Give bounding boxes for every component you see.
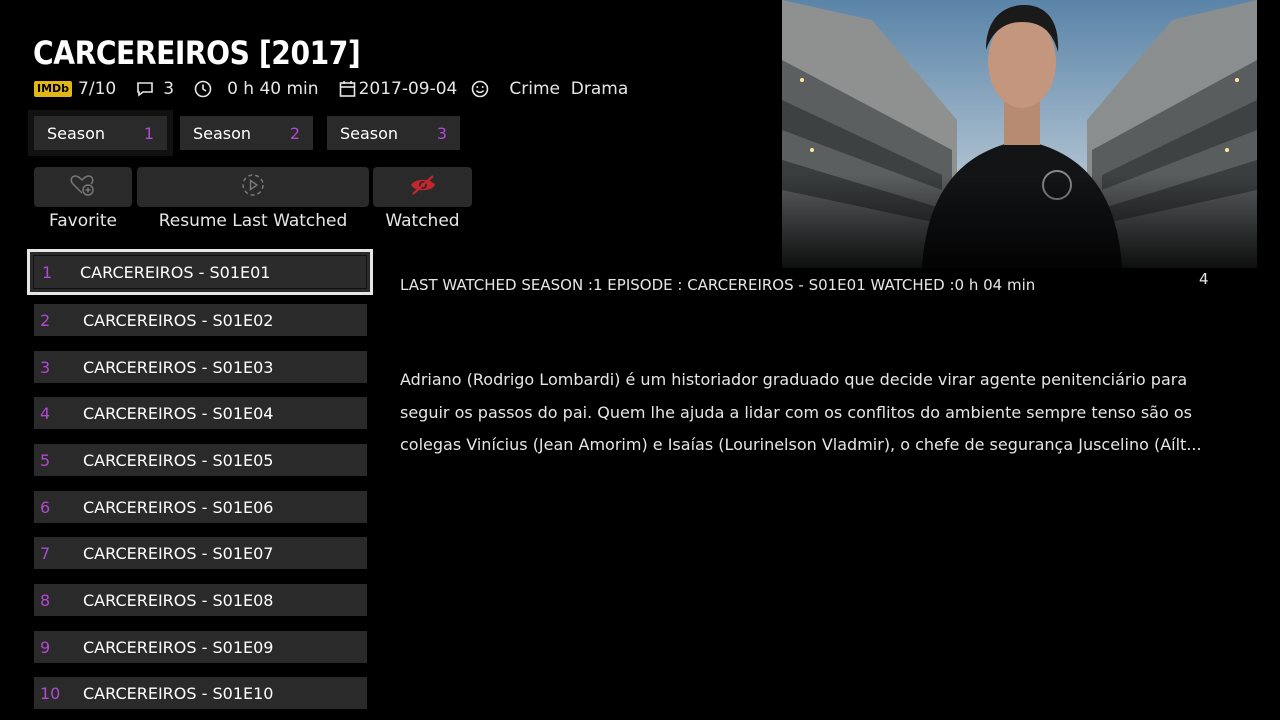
tab-season-1[interactable]: Season 1 — [28, 110, 173, 156]
season-label: Season — [47, 123, 106, 143]
tab-season-3[interactable]: Season 3 — [327, 116, 460, 150]
episode-number: 6 — [40, 497, 51, 517]
clock-icon — [194, 80, 212, 98]
resume-last-watched-button[interactable] — [137, 167, 369, 207]
episode-counter: 4 — [1199, 270, 1209, 288]
episode-item[interactable]: 4 CARCEREIROS - S01E04 — [34, 397, 367, 429]
comment-icon — [136, 81, 154, 97]
last-watched-info: LAST WATCHED SEASON :1 EPISODE : CARCERE… — [400, 276, 1036, 294]
genres: Crime Drama — [509, 79, 629, 99]
imdb-badge: IMDb — [34, 81, 73, 97]
show-meta-row: IMDb 7/10 3 0 h 40 min 2017-09-04 Crime … — [34, 78, 628, 100]
episode-title: CARCEREIROS - S01E06 — [83, 497, 274, 517]
episode-number: 2 — [40, 310, 51, 330]
season-number: 1 — [143, 123, 154, 143]
play-circle-icon — [241, 173, 265, 201]
release-date: 2017-09-04 — [358, 79, 458, 99]
episode-number: 10 — [40, 683, 61, 703]
favorite-label: Favorite — [49, 211, 117, 231]
episode-title: CARCEREIROS - S01E09 — [83, 637, 274, 657]
episode-title: CARCEREIROS - S01E03 — [83, 357, 274, 377]
episode-item[interactable]: 3 CARCEREIROS - S01E03 — [34, 351, 367, 383]
episode-item[interactable]: 5 CARCEREIROS - S01E05 — [34, 444, 367, 476]
episode-item[interactable]: 10 CARCEREIROS - S01E10 — [34, 677, 367, 709]
eye-off-icon — [409, 174, 437, 200]
resume-label: Resume Last Watched — [158, 211, 348, 231]
episode-number: 5 — [40, 450, 51, 470]
episode-number: 1 — [42, 262, 53, 282]
smiley-icon — [471, 80, 489, 98]
episode-title: CARCEREIROS - S01E07 — [83, 543, 274, 563]
episode-title: CARCEREIROS - S01E04 — [83, 403, 274, 423]
season-number: 2 — [289, 123, 300, 143]
duration: 0 h 40 min — [227, 79, 319, 99]
favorite-button[interactable] — [34, 167, 132, 207]
season-number: 3 — [436, 123, 447, 143]
episode-number: 7 — [40, 543, 51, 563]
episode-title: CARCEREIROS - S01E02 — [83, 310, 274, 330]
show-backdrop-image — [782, 0, 1257, 268]
season-label: Season — [340, 123, 399, 143]
episode-item-inner: 1 CARCEREIROS - S01E01 — [33, 255, 367, 289]
watched-button[interactable] — [373, 167, 472, 207]
tab-season-2[interactable]: Season 2 — [180, 116, 313, 150]
episode-item[interactable]: 1 CARCEREIROS - S01E01 — [27, 249, 373, 295]
episode-title: CARCEREIROS - S01E01 — [80, 262, 271, 282]
season-label: Season — [193, 123, 252, 143]
imdb-rating: 7/10 — [78, 79, 117, 99]
calendar-icon — [339, 80, 356, 98]
show-description: Adriano (Rodrigo Lombardi) é um historia… — [400, 370, 1202, 454]
episode-title: CARCEREIROS - S01E08 — [83, 590, 274, 610]
episode-number: 9 — [40, 637, 51, 657]
episode-number: 3 — [40, 357, 51, 377]
episode-item[interactable]: 6 CARCEREIROS - S01E06 — [34, 491, 367, 523]
episode-number: 8 — [40, 590, 51, 610]
episode-title: CARCEREIROS - S01E05 — [83, 450, 274, 470]
episode-number: 4 — [40, 403, 51, 423]
episode-item[interactable]: 8 CARCEREIROS - S01E08 — [34, 584, 367, 616]
episode-item[interactable]: 7 CARCEREIROS - S01E07 — [34, 537, 367, 569]
comment-count: 3 — [163, 79, 175, 99]
episode-item[interactable]: 9 CARCEREIROS - S01E09 — [34, 631, 367, 663]
watched-label: Watched — [385, 211, 460, 231]
episode-item[interactable]: 2 CARCEREIROS - S01E02 — [34, 304, 367, 336]
heart-plus-icon — [70, 173, 96, 201]
show-title: CARCEREIROS [2017] — [33, 34, 361, 72]
episode-title: CARCEREIROS - S01E10 — [83, 683, 274, 703]
